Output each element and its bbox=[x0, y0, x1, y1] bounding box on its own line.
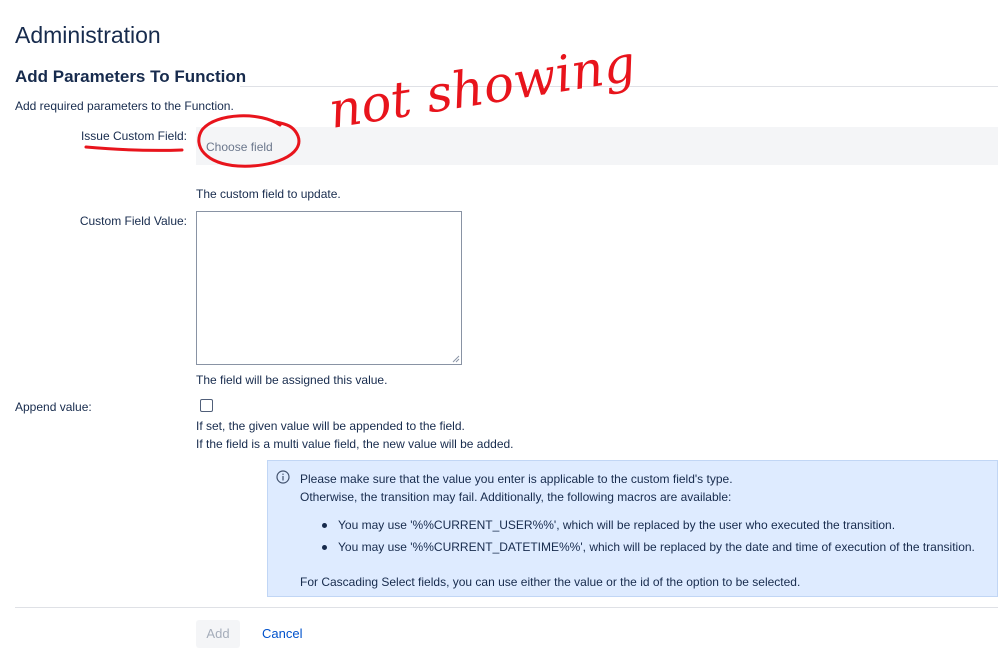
append-value-label: Append value: bbox=[15, 400, 92, 414]
issue-custom-field-label: Issue Custom Field: bbox=[80, 129, 187, 143]
custom-field-value-textarea[interactable] bbox=[196, 211, 462, 365]
issue-custom-field-description: The custom field to update. bbox=[196, 187, 341, 201]
info-line-1: Please make sure that the value you ente… bbox=[300, 472, 733, 486]
cancel-link[interactable]: Cancel bbox=[262, 620, 302, 648]
section-title: Add Parameters To Function bbox=[15, 67, 247, 86]
section-divider bbox=[240, 86, 998, 87]
bullet-dot bbox=[322, 545, 327, 550]
footer-divider bbox=[15, 607, 998, 608]
info-footer: For Cascading Select fields, you can use… bbox=[300, 575, 801, 589]
issue-custom-field-select[interactable]: Choose field bbox=[196, 127, 998, 165]
section-intro: Add required parameters to the Function. bbox=[15, 99, 234, 113]
custom-field-value-label: Custom Field Value: bbox=[79, 214, 187, 228]
bullet-dot bbox=[322, 523, 327, 528]
append-value-checkbox[interactable] bbox=[200, 399, 213, 412]
resize-handle-icon[interactable] bbox=[452, 355, 460, 363]
info-icon bbox=[276, 470, 290, 484]
custom-field-value-description: The field will be assigned this value. bbox=[196, 373, 388, 387]
info-bullet-1: You may use '%%CURRENT_USER%%', which wi… bbox=[338, 518, 896, 532]
underline-mark bbox=[84, 145, 184, 152]
append-value-description-2: If the field is a multi value field, the… bbox=[196, 437, 514, 451]
info-bullet-2: You may use '%%CURRENT_DATETIME%%', whic… bbox=[338, 540, 975, 554]
choose-field-placeholder: Choose field bbox=[206, 140, 273, 154]
append-value-description-1: If set, the given value will be appended… bbox=[196, 419, 465, 433]
info-message: Please make sure that the value you ente… bbox=[267, 460, 998, 597]
page-title: Administration bbox=[15, 22, 161, 48]
info-line-2: Otherwise, the transition may fail. Addi… bbox=[300, 490, 732, 504]
annotation-text: not showing bbox=[325, 34, 640, 140]
add-button[interactable]: Add bbox=[196, 620, 240, 648]
